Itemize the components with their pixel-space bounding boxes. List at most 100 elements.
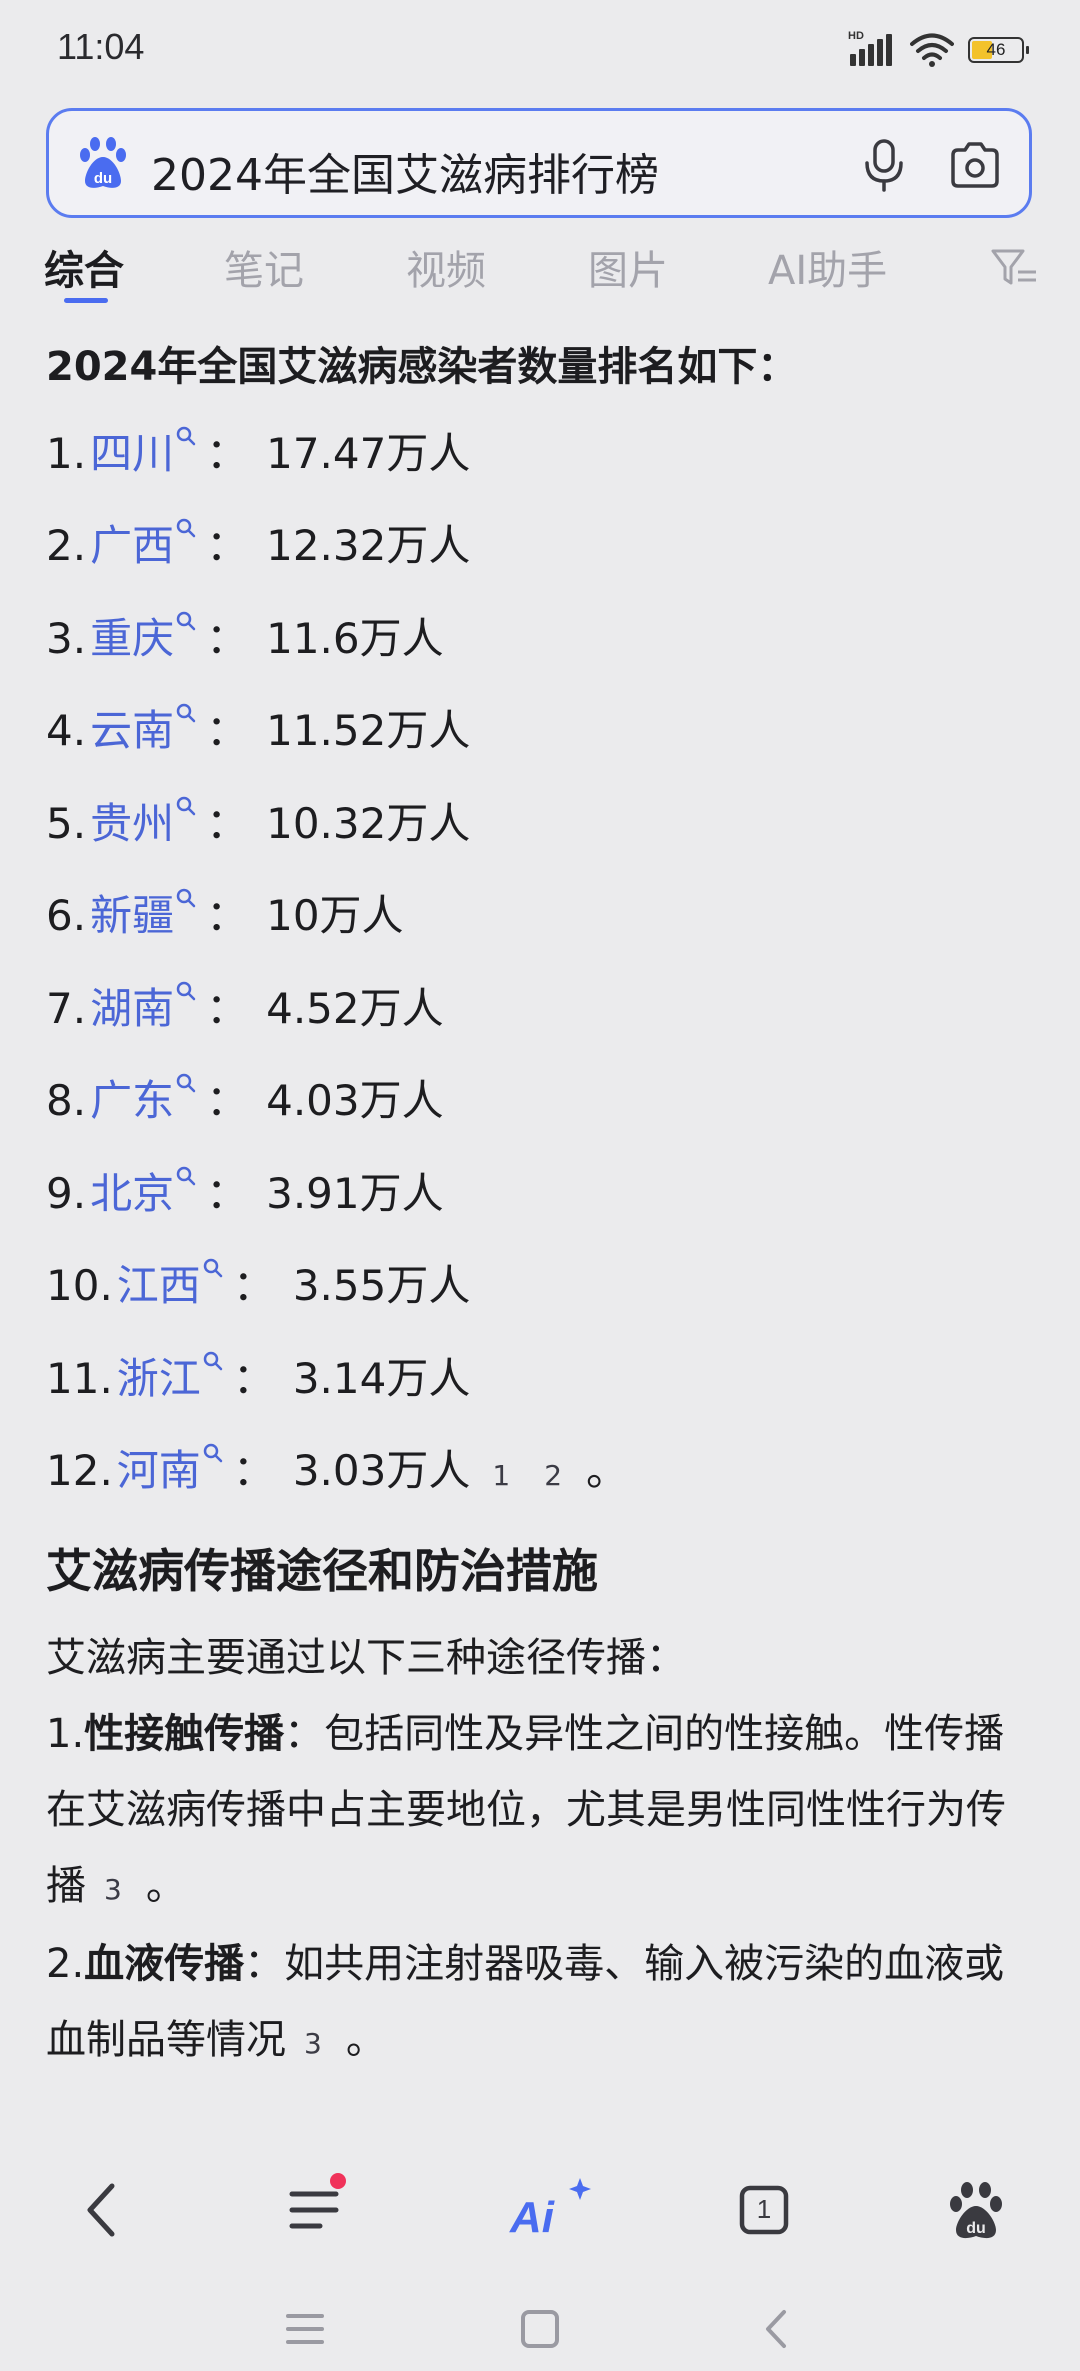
list-item: 9. 北京 ： 3.91万人 <box>46 1160 444 1220</box>
citation-link[interactable]: 3 <box>304 2027 322 2060</box>
tab-ai-assistant[interactable]: AI助手 <box>768 238 887 296</box>
search-icon[interactable] <box>176 1073 196 1093</box>
list-item: 12. 河南 ： 3.03万人 1 2 。 <box>46 1437 628 1497</box>
colon: ： <box>206 706 249 755</box>
province-link[interactable]: 浙江 <box>117 1345 201 1406</box>
rank-value: 3.03万人 <box>292 1446 471 1495</box>
rank-number: 3. <box>46 614 87 663</box>
province-link[interactable]: 云南 <box>90 697 174 758</box>
citation-link[interactable]: 1 <box>492 1459 510 1492</box>
search-icon[interactable] <box>176 703 196 723</box>
colon: ： <box>206 1076 249 1125</box>
rank-number: 12. <box>46 1446 113 1495</box>
search-icon[interactable] <box>176 426 196 446</box>
back-icon[interactable] <box>62 2170 142 2250</box>
battery-level: 46 <box>986 40 1006 59</box>
colon: ： <box>206 521 249 570</box>
search-icon[interactable] <box>176 611 196 631</box>
period: 。 <box>586 1446 629 1495</box>
point-title: 性接触传播 <box>84 1711 285 1757</box>
search-icon[interactable] <box>176 888 196 908</box>
answer-intro: 2024年全国艾滋病感染者数量排名如下： <box>46 344 798 390</box>
list-item: 4. 云南 ： 11.52万人 <box>46 697 470 757</box>
list-item: 10. 江西 ： 3.55万人 <box>46 1252 470 1312</box>
section-title: 艾滋病传播途径和防治措施 <box>46 1544 598 1598</box>
citation-link[interactable]: 2 <box>544 1459 562 1492</box>
rank-value: 12.32万人 <box>266 521 471 570</box>
search-icon[interactable] <box>176 518 196 538</box>
period: 。 <box>145 1863 186 1909</box>
colon: ： <box>206 429 249 478</box>
filter-icon[interactable] <box>990 246 1038 290</box>
province-link[interactable]: 重庆 <box>90 605 174 666</box>
point-number: 2. <box>46 1941 85 1987</box>
section-intro: 艾滋病主要通过以下三种途径传播： <box>46 1635 686 1681</box>
colon: ： <box>206 891 249 940</box>
list-item: 11. 浙江 ： 3.14万人 <box>46 1345 470 1405</box>
province-link[interactable]: 广西 <box>90 512 174 573</box>
rank-value: 3.91万人 <box>266 1169 444 1218</box>
list-item: 6. 新疆 ： 10万人 <box>46 882 404 942</box>
search-icon[interactable] <box>203 1443 223 1463</box>
search-icon[interactable] <box>176 981 196 1001</box>
signal-icon: HD <box>848 30 896 68</box>
tab-images[interactable]: 图片 <box>588 238 668 296</box>
tab-videos[interactable]: 视频 <box>406 238 486 296</box>
list-item: 8. 广东 ： 4.03万人 <box>46 1067 444 1127</box>
list-item: 5. 贵州 ： 10.32万人 <box>46 790 470 850</box>
rank-number: 1. <box>46 429 87 478</box>
province-link[interactable]: 河南 <box>117 1437 201 1498</box>
province-link[interactable]: 四川 <box>90 420 174 481</box>
province-link[interactable]: 新疆 <box>90 882 174 943</box>
hd-label: HD <box>848 30 864 42</box>
colon: ： <box>232 1261 275 1310</box>
status-icons: HD 46 <box>848 30 1029 70</box>
province-link[interactable]: 贵州 <box>90 790 174 851</box>
svg-text:du: du <box>94 170 112 187</box>
search-bar[interactable]: du 2024年全国艾滋病排行榜 <box>46 108 1032 218</box>
camera-icon[interactable] <box>947 137 1003 193</box>
period: 。 <box>345 2017 386 2063</box>
search-input[interactable]: 2024年全国艾滋病排行榜 <box>151 139 659 203</box>
search-icon[interactable] <box>176 1166 196 1186</box>
rank-value: 11.52万人 <box>266 706 471 755</box>
mic-icon[interactable] <box>859 137 909 193</box>
rank-number: 10. <box>46 1261 113 1310</box>
rank-value: 3.55万人 <box>292 1261 471 1310</box>
menu-icon[interactable] <box>274 2170 354 2250</box>
rank-value: 4.03万人 <box>266 1076 444 1125</box>
baidu-home-icon[interactable]: du <box>936 2170 1016 2250</box>
active-tab-indicator <box>64 298 108 303</box>
home-icon[interactable] <box>515 2304 565 2354</box>
province-link[interactable]: 广东 <box>90 1067 174 1128</box>
point-number: 1. <box>46 1711 85 1757</box>
search-icon[interactable] <box>203 1351 223 1371</box>
ai-icon[interactable]: Ai <box>502 2170 598 2250</box>
colon: ： <box>206 984 249 1033</box>
search-icon[interactable] <box>203 1258 223 1278</box>
colon: ： <box>232 1354 275 1403</box>
rank-number: 11. <box>46 1354 113 1403</box>
rank-value: 10.32万人 <box>266 799 471 848</box>
status-time: 11:04 <box>57 26 145 67</box>
rank-value: 4.52万人 <box>266 984 444 1033</box>
province-link[interactable]: 湖南 <box>90 975 174 1036</box>
point-1: 1.性接触传播：包括同性及异性之间的性接触。性传播在艾滋病传播中占主要地位，尤其… <box>46 1696 1016 1928</box>
tabs-icon[interactable]: 1 <box>724 2170 804 2250</box>
recent-apps-icon[interactable] <box>280 2304 330 2354</box>
system-nav-bar <box>0 2290 1080 2371</box>
tab-notes[interactable]: 笔记 <box>224 238 304 296</box>
system-back-icon[interactable] <box>752 2304 802 2354</box>
list-item: 1. 四川 ： 17.47万人 <box>46 420 470 480</box>
colon: ： <box>232 1446 275 1495</box>
search-icon[interactable] <box>176 796 196 816</box>
rank-number: 6. <box>46 891 87 940</box>
rank-number: 2. <box>46 521 87 570</box>
province-link[interactable]: 北京 <box>90 1160 174 1221</box>
rank-number: 7. <box>46 984 87 1033</box>
tab-comprehensive[interactable]: 综合 <box>44 238 124 296</box>
province-link[interactable]: 江西 <box>117 1252 201 1313</box>
rank-number: 4. <box>46 706 87 755</box>
citation-link[interactable]: 3 <box>104 1873 122 1906</box>
rank-number: 8. <box>46 1076 87 1125</box>
